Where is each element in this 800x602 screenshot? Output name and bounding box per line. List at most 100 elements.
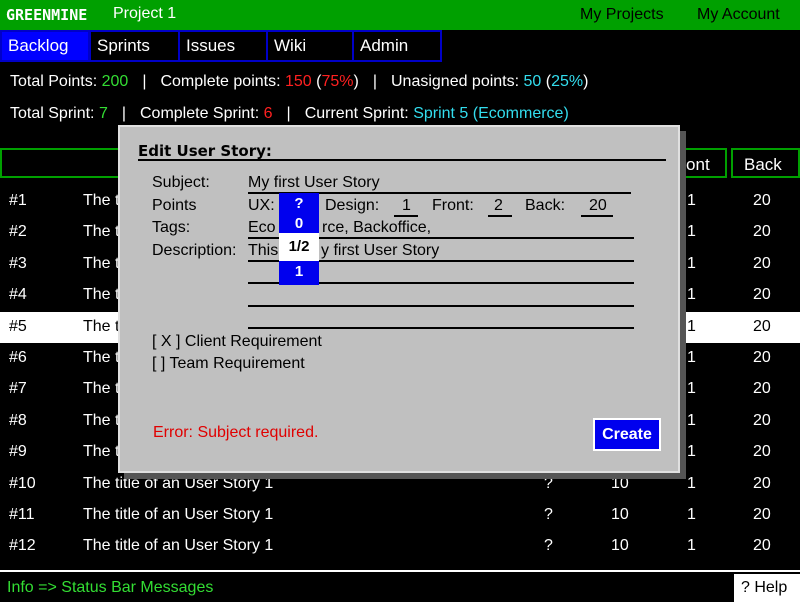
back-points: 20	[753, 537, 771, 554]
ux-option-highlighted[interactable]: 1/2	[279, 233, 319, 261]
points-label: Points	[152, 197, 197, 214]
front-input[interactable]: 2	[494, 197, 503, 215]
status-message: Info => Status Bar Messages	[7, 579, 214, 596]
project-name[interactable]: Project 1	[113, 5, 176, 23]
ux-points: ?	[544, 506, 553, 523]
ux-option[interactable]: ?	[279, 193, 319, 215]
back-points: 20	[753, 223, 771, 240]
front-points: 1	[687, 349, 696, 366]
help-button[interactable]: ? Help	[734, 574, 800, 602]
ux-label: UX:	[248, 197, 275, 214]
story-id: #5	[9, 318, 27, 335]
status-bar: Info => Status Bar Messages ? Help	[0, 570, 800, 602]
unassigned-points-percent: 25%	[551, 73, 584, 90]
subject-input[interactable]: My first User Story	[248, 174, 380, 192]
column-header-back[interactable]: Back	[744, 155, 782, 175]
total-sprint-value: 7	[98, 105, 108, 122]
story-id: #2	[9, 223, 27, 240]
ux-option[interactable]: 1	[279, 261, 319, 285]
front-points: 1	[687, 223, 696, 240]
story-title: The title of an User Story 1	[83, 537, 274, 554]
tab-sprints[interactable]: Sprints	[89, 30, 180, 62]
front-points: 1	[687, 255, 696, 272]
tags-label: Tags:	[152, 219, 191, 236]
back-points: 20	[753, 192, 771, 209]
front-points: 1	[687, 380, 696, 397]
table-row[interactable]: #11 The title of an User Story 1? 10 1 20	[0, 500, 800, 531]
top-bar: GREENMINE Project 1 My Projects My Accou…	[0, 0, 800, 30]
total-sprint-label: Total Sprint:	[10, 105, 95, 122]
back-points: 20	[753, 318, 771, 335]
story-title: The title of an User Story 1	[83, 506, 274, 523]
story-id: #11	[9, 506, 35, 523]
story-id: #9	[9, 443, 27, 460]
back-points: 20	[753, 286, 771, 303]
stat-separator: |	[372, 73, 377, 90]
description-input-start[interactable]: This	[248, 242, 278, 260]
back-points: 20	[753, 412, 771, 429]
story-id: #7	[9, 380, 27, 397]
tab-wiki[interactable]: Wiki	[266, 30, 354, 62]
stat-separator: |	[142, 73, 147, 90]
total-points-value: 200	[101, 73, 129, 90]
front-points: 1	[687, 506, 696, 523]
front-underline	[488, 215, 512, 217]
front-points: 1	[687, 443, 696, 460]
back-input[interactable]: 20	[589, 197, 607, 215]
tags-input-end[interactable]: rce, Backoffice,	[322, 219, 431, 237]
design-points: 10	[611, 537, 629, 554]
story-id: #6	[9, 349, 27, 366]
back-underline	[581, 215, 613, 217]
my-projects-link[interactable]: My Projects	[580, 6, 664, 24]
description-label: Description:	[152, 242, 237, 259]
front-points: 1	[687, 475, 696, 492]
back-points: 20	[753, 506, 771, 523]
design-input[interactable]: 1	[402, 197, 411, 215]
current-sprint-label: Current Sprint:	[304, 105, 409, 122]
front-points: 1	[687, 318, 696, 335]
complete-points-label: Complete points:	[160, 73, 281, 90]
table-row[interactable]: #12 The title of an User Story 1? 10 1 20	[0, 531, 800, 562]
complete-points-value: 150	[284, 73, 312, 90]
tab-issues[interactable]: Issues	[178, 30, 268, 62]
story-id: #8	[9, 412, 27, 429]
create-button[interactable]: Create	[593, 418, 661, 451]
front-label: Front:	[432, 197, 474, 214]
stat-separator: |	[121, 105, 126, 122]
complete-points-percent: 75%	[321, 73, 354, 90]
tags-input-start[interactable]: Eco	[248, 219, 276, 237]
ux-option[interactable]: 0	[279, 215, 319, 233]
description-input-end[interactable]: y first User Story	[321, 242, 439, 260]
front-points: 1	[687, 192, 696, 209]
complete-sprint-value: 6	[263, 105, 273, 122]
back-points: 20	[753, 475, 771, 492]
design-points: 10	[611, 506, 629, 523]
stat-separator: |	[286, 105, 291, 122]
story-id: #4	[9, 286, 27, 303]
ux-points: ?	[544, 537, 553, 554]
story-id: #1	[9, 192, 27, 209]
description-line-3	[248, 305, 634, 307]
total-points-label: Total Points:	[10, 73, 98, 90]
app-name: GREENMINE	[6, 6, 88, 24]
title-divider	[138, 159, 666, 161]
description-line-4	[248, 327, 634, 329]
tab-bar: Backlog Sprints Issues Wiki Admin	[0, 30, 800, 62]
design-underline	[394, 215, 418, 217]
subject-label: Subject:	[152, 174, 210, 191]
tab-backlog[interactable]: Backlog	[0, 30, 90, 62]
dialog-title: Edit User Story:	[138, 142, 272, 160]
team-requirement-checkbox[interactable]: [ ] Team Requirement	[152, 355, 305, 373]
back-points: 20	[753, 349, 771, 366]
tab-admin[interactable]: Admin	[352, 30, 442, 62]
story-id: #12	[9, 537, 36, 554]
back-points: 20	[753, 380, 771, 397]
client-requirement-checkbox[interactable]: [ X ] Client Requirement	[152, 333, 322, 351]
error-message: Error: Subject required.	[153, 424, 319, 441]
current-sprint-value[interactable]: Sprint 5 (Ecommerce)	[413, 105, 569, 122]
back-points: 20	[753, 443, 771, 460]
front-points: 1	[687, 412, 696, 429]
my-account-link[interactable]: My Account	[697, 6, 780, 24]
sprint-stats: Total Sprint: 7 | Complete Sprint: 6 | Curre…	[10, 105, 569, 123]
story-id: #3	[9, 255, 27, 272]
